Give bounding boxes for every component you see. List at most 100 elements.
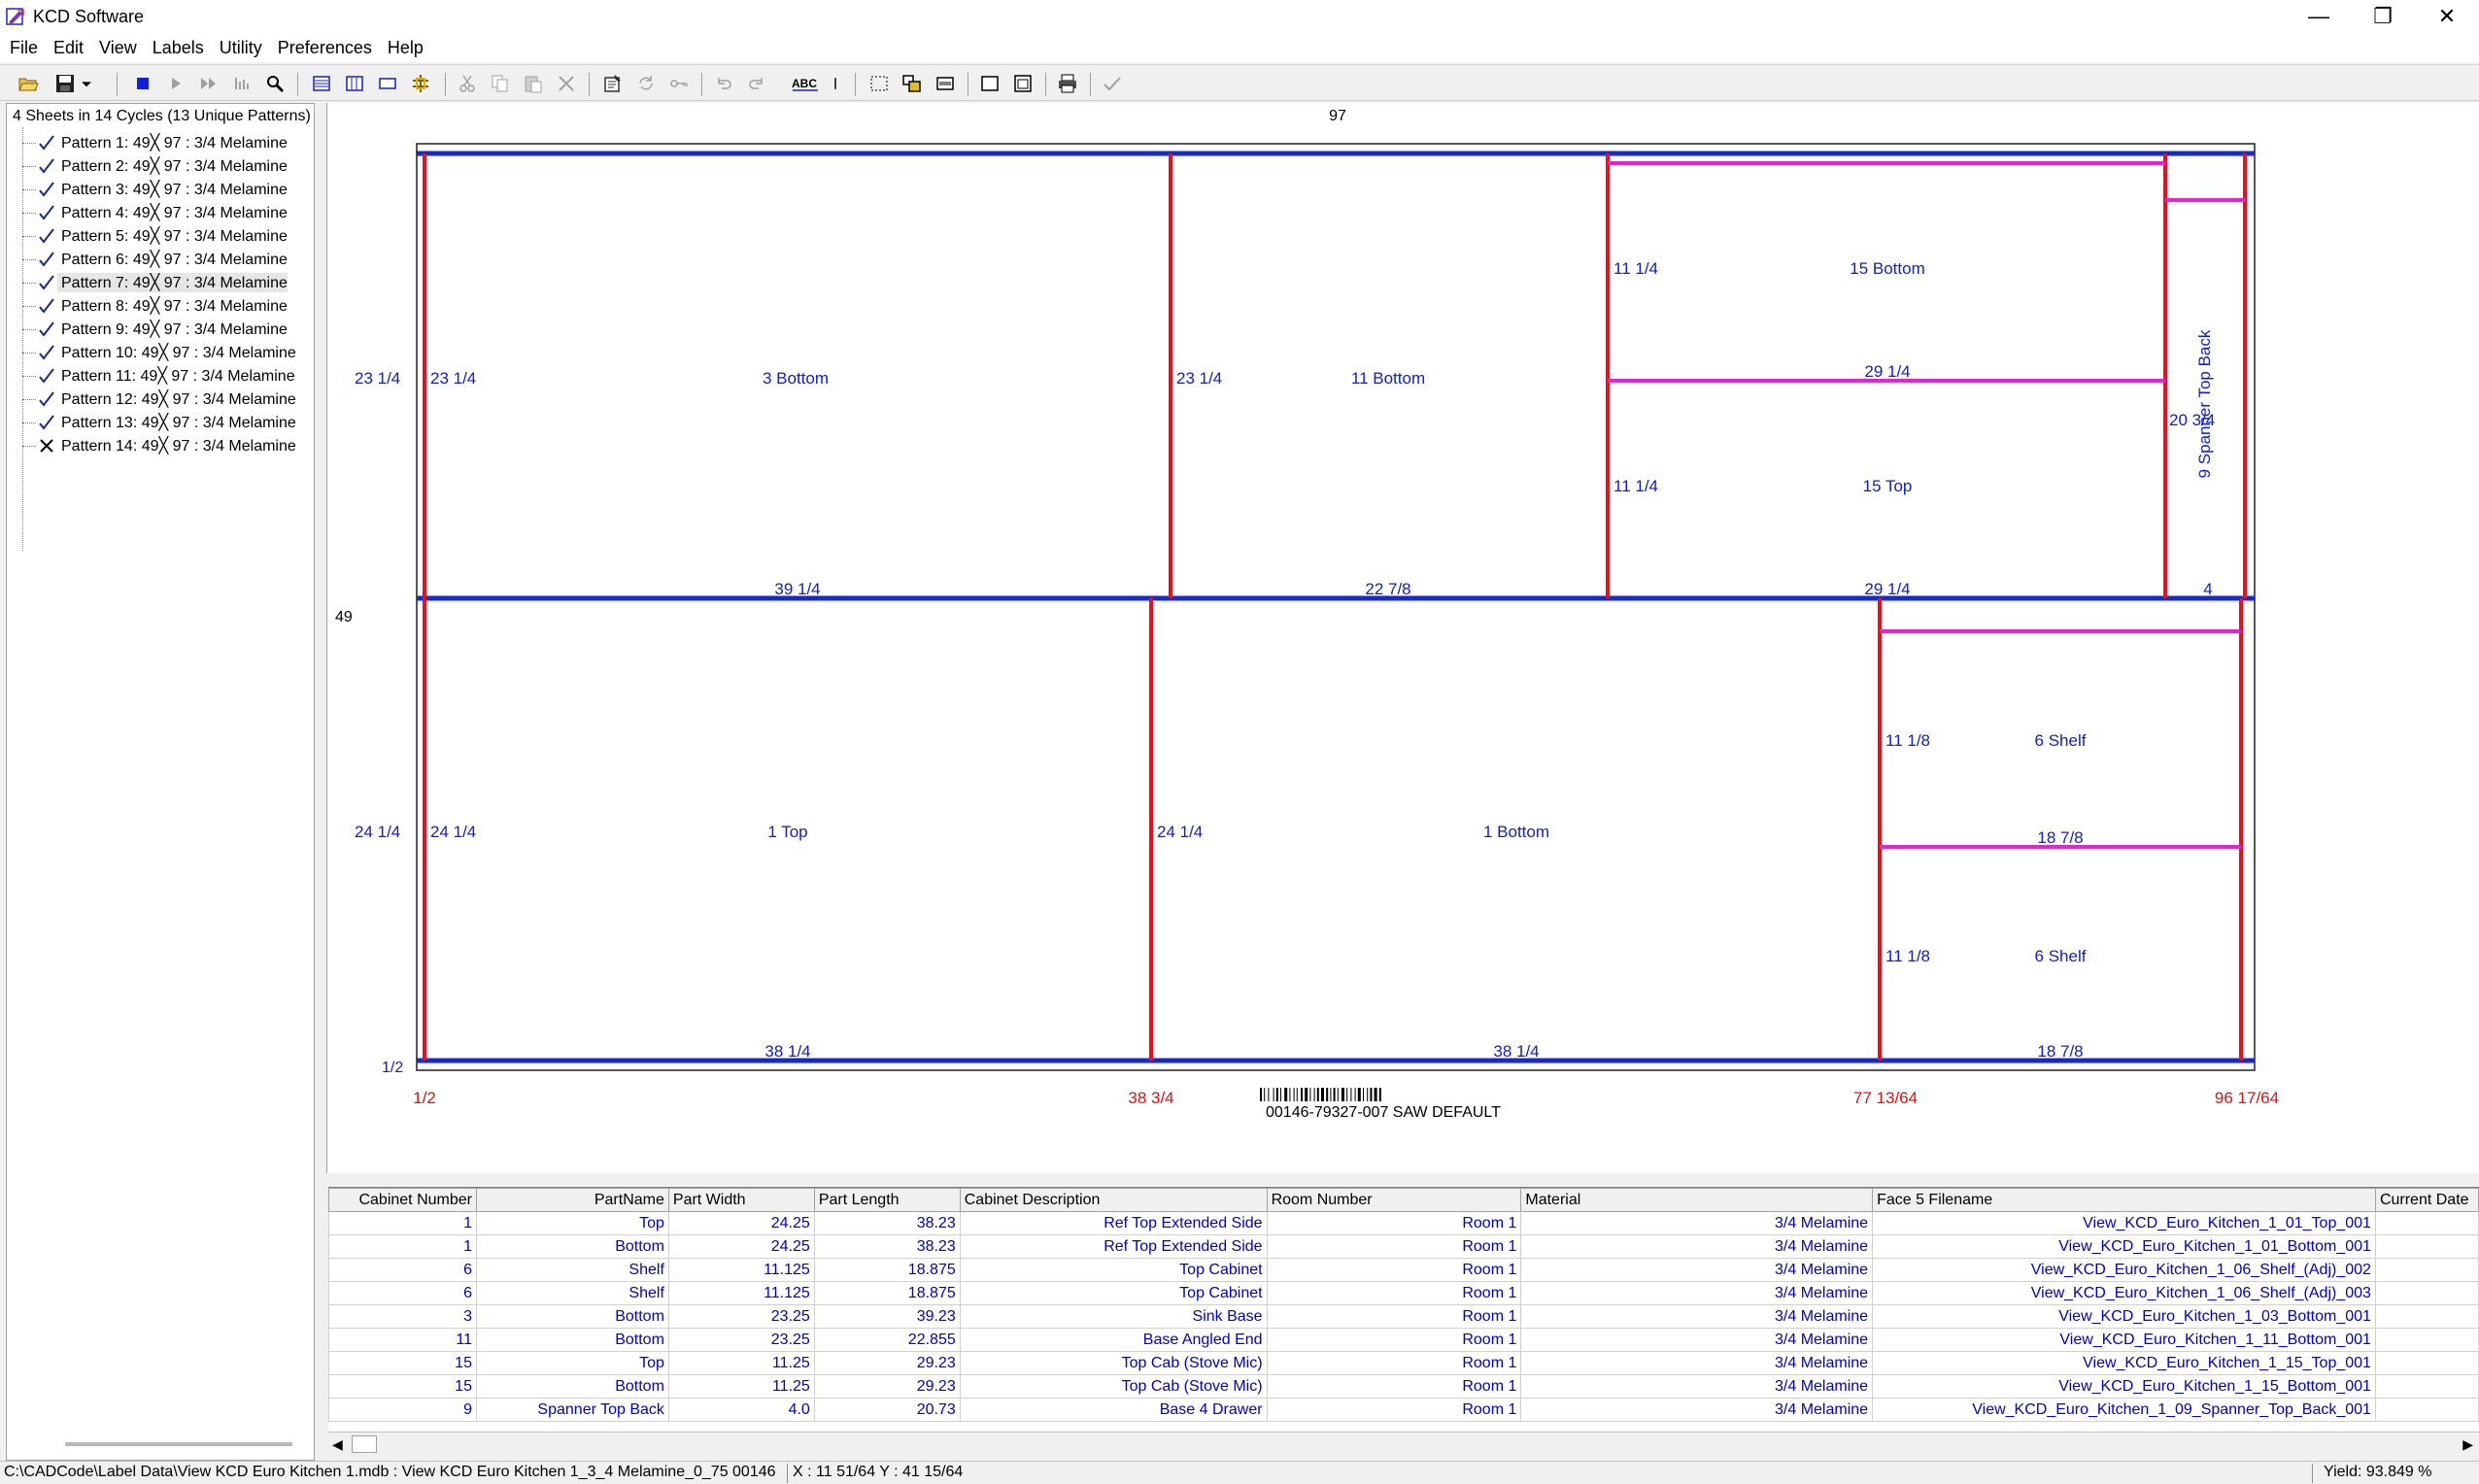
cell-face5-filename[interactable]: View_KCD_Euro_Kitchen_1_06_Shelf_(Adj)_0…	[1872, 1258, 2376, 1282]
cell-cabinet-number[interactable]: 1	[328, 1211, 477, 1235]
print-icon[interactable]	[1053, 70, 1082, 97]
pattern-tree[interactable]: 4 Sheets in 14 Cycles (13 Unique Pattern…	[6, 103, 315, 1461]
cell-current-date[interactable]	[2374, 1211, 2479, 1235]
cell-material[interactable]: 3/4 Melamine	[1520, 1304, 1874, 1329]
cell-part-name[interactable]: Top	[475, 1211, 669, 1235]
cell-face5-filename[interactable]: View_KCD_Euro_Kitchen_1_15_Top_001	[1872, 1351, 2376, 1375]
cell-face5-filename[interactable]: View_KCD_Euro_Kitchen_1_11_Bottom_001	[1872, 1328, 2376, 1352]
menu-edit[interactable]: Edit	[46, 38, 91, 58]
separator-icon[interactable]	[828, 70, 843, 97]
column-header-cabinet-number[interactable]: Cabinet Number	[328, 1188, 477, 1212]
tree-item-pattern-1[interactable]: Pattern 1: 49╳ 97 : 3/4 Melamine	[22, 131, 288, 154]
menu-help[interactable]: Help	[380, 38, 431, 58]
cell-current-date[interactable]	[2374, 1374, 2479, 1399]
cell-part-length[interactable]: 18.875	[813, 1281, 961, 1305]
cell-part-width[interactable]: 11.125	[667, 1281, 815, 1305]
tree-item-pattern-12[interactable]: Pattern 12: 49╳ 97 : 3/4 Melamine	[22, 388, 296, 411]
tree-item-pattern-4[interactable]: Pattern 4: 49╳ 97 : 3/4 Melamine	[22, 201, 288, 224]
cell-part-name[interactable]: Bottom	[475, 1374, 669, 1399]
cell-room-number[interactable]: Room 1	[1266, 1211, 1522, 1235]
cell-room-number[interactable]: Room 1	[1266, 1374, 1522, 1399]
cell-part-name[interactable]: Top	[475, 1351, 669, 1375]
step-icon[interactable]	[227, 70, 256, 97]
cell-cabinet-description[interactable]: Ref Top Extended Side	[959, 1211, 1268, 1235]
cell-current-date[interactable]	[2374, 1398, 2479, 1422]
tree-item-pattern-9[interactable]: Pattern 9: 49╳ 97 : 3/4 Melamine	[22, 318, 288, 341]
delete-icon[interactable]	[552, 70, 581, 97]
column-header-part-name[interactable]: PartName	[475, 1188, 669, 1212]
cell-part-name[interactable]: Spanner Top Back	[475, 1398, 669, 1422]
cell-part-width[interactable]: 23.25	[667, 1304, 815, 1329]
tree-item-pattern-6[interactable]: Pattern 6: 49╳ 97 : 3/4 Melamine	[22, 248, 288, 271]
tree-item-pattern-13[interactable]: Pattern 13: 49╳ 97 : 3/4 Melamine	[22, 411, 296, 434]
cell-current-date[interactable]	[2374, 1281, 2479, 1305]
cell-face5-filename[interactable]: View_KCD_Euro_Kitchen_1_15_Bottom_001	[1872, 1374, 2376, 1399]
cell-part-name[interactable]: Shelf	[475, 1281, 669, 1305]
copy-icon[interactable]	[486, 70, 515, 97]
cell-part-length[interactable]: 20.73	[813, 1398, 961, 1422]
cell-room-number[interactable]: Room 1	[1266, 1281, 1522, 1305]
cell-cabinet-description[interactable]: Top Cabinet	[959, 1281, 1268, 1305]
cell-room-number[interactable]: Room 1	[1266, 1304, 1522, 1329]
panel-view-icon[interactable]	[373, 70, 402, 97]
menu-preferences[interactable]: Preferences	[270, 38, 380, 58]
cell-part-length[interactable]: 18.875	[813, 1258, 961, 1282]
tree-item-pattern-7[interactable]: Pattern 7: 49╳ 97 : 3/4 Melamine	[22, 271, 288, 294]
menu-view[interactable]: View	[91, 38, 145, 58]
cell-cabinet-number[interactable]: 11	[328, 1328, 477, 1352]
table-row[interactable]: 9 Spanner Top Back 4.0 20.73 Base 4 Drawer Ro…	[328, 1398, 2479, 1422]
cell-cabinet-description[interactable]: Base Angled End	[959, 1328, 1268, 1352]
cell-cabinet-number[interactable]: 6	[328, 1281, 477, 1305]
cell-room-number[interactable]: Room 1	[1266, 1351, 1522, 1375]
table-row[interactable]: 6 Shelf 11.125 18.875 Top Cabinet Room 1 3/4 M…	[328, 1258, 2479, 1282]
cell-part-width[interactable]: 24.25	[667, 1211, 815, 1235]
arrange-icon[interactable]	[898, 70, 927, 97]
scroll-right-icon[interactable]: ▶	[2462, 1436, 2473, 1453]
cell-material[interactable]: 3/4 Melamine	[1520, 1398, 1874, 1422]
play-icon[interactable]	[161, 70, 190, 97]
cell-part-length[interactable]: 38.23	[813, 1234, 961, 1259]
cell-face5-filename[interactable]: View_KCD_Euro_Kitchen_1_01_Bottom_001	[1872, 1234, 2376, 1259]
cell-material[interactable]: 3/4 Melamine	[1520, 1351, 1874, 1375]
tree-item-pattern-5[interactable]: Pattern 5: 49╳ 97 : 3/4 Melamine	[22, 224, 288, 248]
cell-material[interactable]: 3/4 Melamine	[1520, 1374, 1874, 1399]
cell-cabinet-description[interactable]: Top Cab (Stove Mic)	[959, 1351, 1268, 1375]
cell-face5-filename[interactable]: View_KCD_Euro_Kitchen_1_06_Shelf_(Adj)_0…	[1872, 1281, 2376, 1305]
cell-face5-filename[interactable]: View_KCD_Euro_Kitchen_1_01_Top_001	[1872, 1211, 2376, 1235]
cell-cabinet-description[interactable]: Top Cab (Stove Mic)	[959, 1374, 1268, 1399]
cell-part-width[interactable]: 11.125	[667, 1258, 815, 1282]
cell-room-number[interactable]: Room 1	[1266, 1234, 1522, 1259]
cell-cabinet-number[interactable]: 15	[328, 1374, 477, 1399]
panel-icon[interactable]	[931, 70, 960, 97]
cell-part-length[interactable]: 29.23	[813, 1351, 961, 1375]
cell-current-date[interactable]	[2374, 1304, 2479, 1329]
column-header-current-date[interactable]: Current Date	[2374, 1188, 2479, 1212]
cut-icon[interactable]	[453, 70, 482, 97]
column-view-icon[interactable]	[340, 70, 369, 97]
cell-cabinet-number[interactable]: 15	[328, 1351, 477, 1375]
list-view-icon[interactable]	[307, 70, 336, 97]
cell-cabinet-description[interactable]: Base 4 Drawer	[959, 1398, 1268, 1422]
tree-scrollbar[interactable]	[65, 1442, 292, 1446]
parts-grid[interactable]: Cabinet Number PartName Part Width Part …	[328, 1187, 2479, 1441]
cell-material[interactable]: 3/4 Melamine	[1520, 1258, 1874, 1282]
cell-material[interactable]: 3/4 Melamine	[1520, 1234, 1874, 1259]
cell-part-width[interactable]: 11.25	[667, 1351, 815, 1375]
stop-icon[interactable]	[128, 70, 157, 97]
menu-utility[interactable]: Utility	[212, 38, 270, 58]
cell-room-number[interactable]: Room 1	[1266, 1258, 1522, 1282]
cell-material[interactable]: 3/4 Melamine	[1520, 1328, 1874, 1352]
cell-part-width[interactable]: 23.25	[667, 1328, 815, 1352]
cell-current-date[interactable]	[2374, 1328, 2479, 1352]
scroll-left-icon[interactable]: ◀	[332, 1436, 343, 1453]
menu-file[interactable]: File	[2, 38, 46, 58]
paste-icon[interactable]	[519, 70, 548, 97]
cell-part-width[interactable]: 4.0	[667, 1398, 815, 1422]
close-button[interactable]: ✕	[2415, 0, 2479, 33]
table-row[interactable]: 15 Bottom 11.25 29.23 Top Cab (Stove Mic) Roo…	[328, 1374, 2479, 1399]
cell-part-length[interactable]: 22.855	[813, 1328, 961, 1352]
dropdown-icon[interactable]	[78, 70, 95, 97]
table-row[interactable]: 15 Top 11.25 29.23 Top Cab (Stove Mic) Room 1…	[328, 1351, 2479, 1375]
table-row[interactable]: 6 Shelf 11.125 18.875 Top Cabinet Room 1 3/4 M…	[328, 1281, 2479, 1305]
rectangle-icon[interactable]	[975, 70, 1004, 97]
